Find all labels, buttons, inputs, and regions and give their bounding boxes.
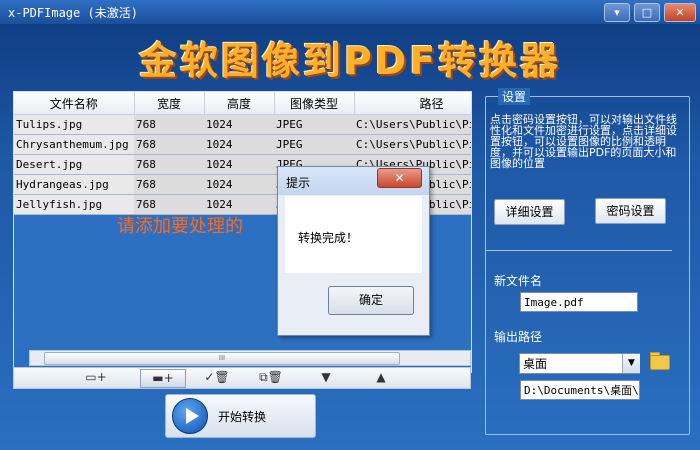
remove-checked-icon[interactable]: ✓🗑 [195,369,239,386]
start-convert-button[interactable]: 开始转换 [165,394,316,438]
column-header-name[interactable]: 文件名称 [14,92,135,115]
password-settings-button[interactable]: 密码设置 [595,198,666,224]
minimize-button[interactable]: ▾ [604,3,630,22]
settings-description: 点击密码设置按钮，可以对输出文件线性化和文件加密进行设置，点击详细设置按钮，可以… [490,113,677,170]
message-dialog: 提示 ✕ 转换完成！ 确定 [277,166,430,336]
close-button[interactable]: ✕ [664,3,696,22]
file-toolbar: ▭+ ▬+ ✓🗑 ⧉🗑 ▼ ▲ [13,367,471,389]
add-file-icon[interactable]: ▭+ [74,369,118,386]
cell-width: 768 [134,114,204,135]
chevron-down-icon[interactable]: ▼ [622,354,640,373]
cell-name: Chrysanthemum.jpg [14,134,134,155]
dialog-body: 转换完成！ [285,196,422,273]
scrollbar-thumb[interactable]: III [44,352,400,365]
cell-height: 1024 [204,114,274,135]
cell-width: 768 [134,134,204,155]
output-path-label: 输出路径 [494,330,543,344]
cell-type: JPEG [274,134,354,155]
column-header-path[interactable]: 路径 [354,92,471,115]
cell-height: 1024 [204,134,274,155]
cell-name: Hydrangeas.jpg [14,174,134,195]
detail-settings-button[interactable]: 详细设置 [494,199,565,225]
horizontal-scrollbar[interactable]: III [29,350,471,366]
add-folder-icon[interactable]: ▬+ [140,369,186,388]
table-row[interactable]: Chrysanthemum.jpg 768 1024 JPEG C:\Users… [14,134,471,155]
cell-path: C:\Users\Public\Pic [354,134,471,155]
cell-height: 1024 [204,154,274,175]
window-title: x-PDFImage (未激活) [8,6,138,20]
settings-divider [485,250,672,251]
maximize-button[interactable]: □ [634,3,660,22]
move-down-icon[interactable]: ▼ [304,369,348,386]
cell-name: Tulips.jpg [14,114,134,135]
settings-title: 设置 [498,88,531,105]
new-file-name-label: 新文件名 [494,274,543,288]
cell-name: Jellyfish.jpg [14,194,134,215]
remove-all-icon[interactable]: ⧉🗑 [249,369,293,386]
play-triangle [186,408,199,424]
title-bar: x-PDFImage (未激活) ▾ □ ✕ [0,0,700,24]
dialog-close-button[interactable]: ✕ [377,168,422,188]
column-header-width[interactable]: 宽度 [134,92,205,115]
column-header-type[interactable]: 图像类型 [274,92,355,115]
move-up-icon[interactable]: ▲ [359,369,403,386]
column-header-height[interactable]: 高度 [204,92,275,115]
cell-width: 768 [134,154,204,175]
dialog-ok-button[interactable]: 确定 [328,286,414,315]
cell-width: 768 [134,174,204,195]
play-icon [172,398,208,434]
cell-path: C:\Users\Public\Pic [354,114,471,135]
empty-hint-text: 请添加要处理的 [117,216,243,237]
cell-type: JPEG [274,114,354,135]
table-header-row: 文件名称 宽度 高度 图像类型 路径 [14,92,471,115]
output-path-input[interactable]: D:\Documents\桌面\ [520,380,640,400]
start-convert-label: 开始转换 [218,410,267,424]
cell-name: Desert.jpg [14,154,134,175]
dialog-title-bar: 提示 ✕ [278,167,429,195]
dialog-title: 提示 [286,176,311,190]
app-banner: 金软图像到PDF转换器 [138,39,562,83]
cell-height: 1024 [204,174,274,195]
folder-icon[interactable] [650,355,670,370]
table-row[interactable]: Tulips.jpg 768 1024 JPEG C:\Users\Public… [14,114,471,135]
dialog-message: 转换完成！ [298,231,359,245]
app-window: x-PDFImage (未激活) ▾ □ ✕ 金软图像到PDF转换器 文件名称 … [0,0,700,450]
new-file-name-input[interactable]: Image.pdf [520,292,638,312]
